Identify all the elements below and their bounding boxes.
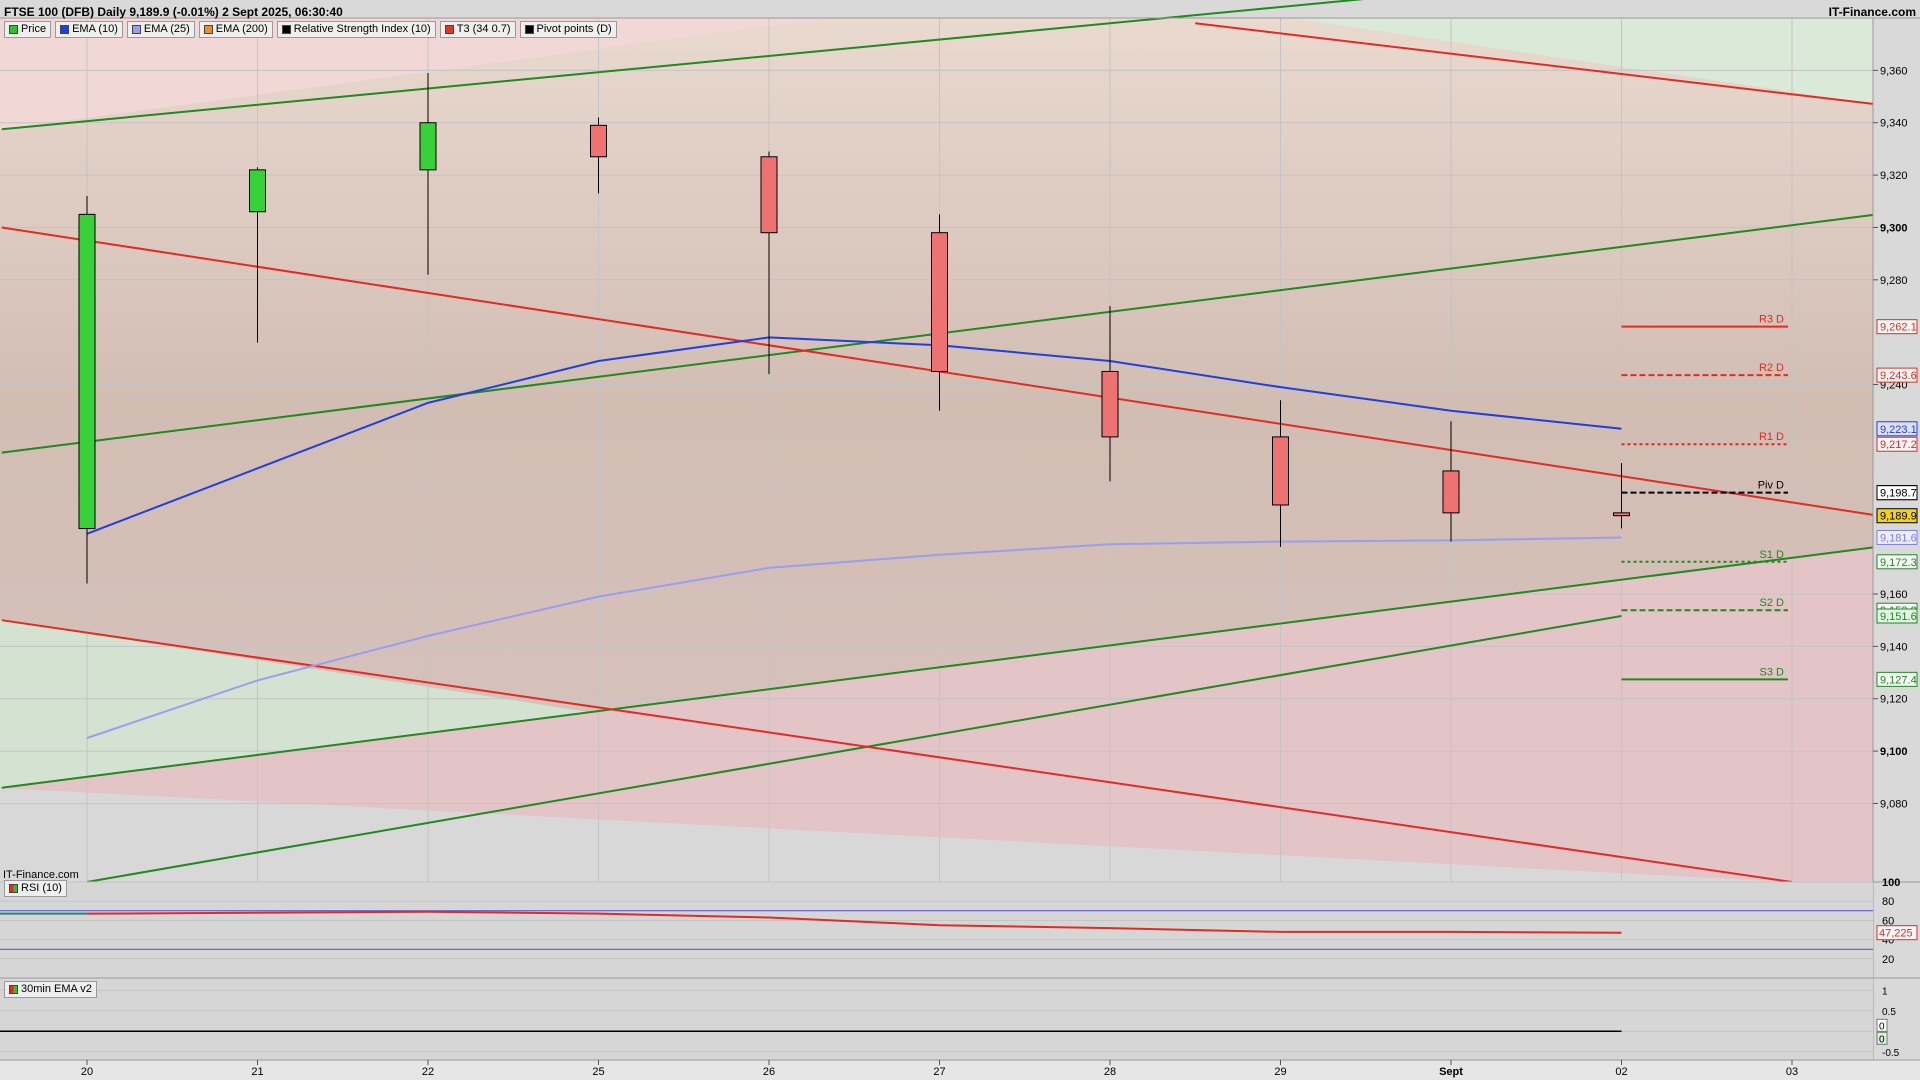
pivot-label: Piv D [1758,480,1784,492]
y-tick-label: 9,100 [1880,746,1908,758]
legend-label: Relative Strength Index (10) [293,23,431,35]
price-value-tag: 9,151.6 [1880,611,1917,623]
rsi-panel-text: RSI (10) [21,882,62,894]
legend-item-ema10[interactable]: EMA (10) [55,21,123,38]
ema-panel-label[interactable]: 30min EMA v2 [4,981,97,998]
pivot-value-tag: 9,127.4 [1880,674,1917,686]
pivot-label: R3 D [1759,314,1784,326]
rsi-tick-label: 20 [1882,954,1894,966]
x-tick-label: 28 [1104,1066,1116,1078]
candle-body [931,232,948,372]
candle-body [78,213,96,530]
ema-tick-label: 0.5 [1882,1007,1896,1018]
candle-body [1101,370,1119,438]
pivot-label: R2 D [1759,362,1784,374]
y-tick-label: 9,300 [1880,222,1908,234]
legend-item-ema200[interactable]: EMA (200) [198,21,273,38]
ema-tick-label: -0.5 [1882,1048,1900,1059]
pivot-value-tag: 9,243.6 [1880,370,1917,382]
price-value-tag: 9,189.9 [1880,511,1917,523]
legend-item-price[interactable]: Price [4,21,52,38]
ema-value-tag: 0 [1879,1021,1885,1032]
pivot-label: S2 D [1760,597,1785,609]
pivot-value-tag: 9,262.1 [1880,322,1917,334]
pivot-value-tag: 9,217.2 [1880,439,1917,451]
legend-item-rsi[interactable]: Relative Strength Index (10) [276,21,436,38]
pivot-swatch-icon [524,25,534,34]
y-tick-label: 9,320 [1880,170,1908,182]
y-tick-label: 9,160 [1880,589,1908,601]
ema-panel-text: 30min EMA v2 [21,983,92,995]
legend-item-ema25[interactable]: EMA (25) [126,21,195,38]
pivot-label: S3 D [1760,666,1785,678]
page-title: FTSE 100 (DFB) Daily 9,189.9 (-0.01%) 2 … [4,5,343,19]
legend-label: Price [21,23,47,35]
ema-panel-icon [9,985,18,994]
candle-body [590,124,607,158]
ema-value-tag: 0 [1879,1034,1885,1045]
rsi-panel-label[interactable]: RSI (10) [4,880,67,897]
pivot-label: S1 D [1760,549,1785,561]
y-tick-label: 9,360 [1880,65,1908,77]
price-value-tag: 9,223.1 [1880,424,1917,436]
candle-body [419,122,437,171]
chart-area[interactable]: R3 D R2 D R1 D Piv D S1 D S2 D S3 D 9,080 9,100 9… [0,0,1920,1080]
rsi-swatch-icon [281,25,291,34]
x-tick-label: 02 [1615,1066,1627,1078]
rsi-tick-label: 100 [1882,877,1900,889]
ema25-swatch-icon [131,25,141,34]
rsi-panel-bg [0,882,1873,978]
candle-body [1442,470,1460,514]
candle-body [760,156,778,234]
ema200-swatch-icon [203,25,213,34]
rsi-tick-label: 80 [1882,896,1894,908]
legend-label: EMA (25) [143,23,190,35]
x-tick-label: 22 [422,1066,434,1078]
y-tick-label: 9,340 [1880,118,1908,130]
y-tick-label: 9,280 [1880,275,1908,287]
x-tick-label: 25 [592,1066,604,1078]
price-value-tag: 9,198.7 [1880,488,1917,500]
legend-label: EMA (10) [72,23,118,35]
x-tick-label: 03 [1786,1066,1798,1078]
t3-swatch-icon [444,25,454,34]
legend-label: EMA (200) [215,23,268,35]
legend-item-pivots[interactable]: Pivot points (D) [519,21,617,38]
ema10-swatch-icon [60,25,70,34]
candle-body [1272,436,1289,506]
price-swatch-icon [9,25,18,34]
x-tick-label: Sept [1439,1066,1463,1078]
rsi-value-tag: 47,225 [1879,928,1913,940]
legend-item-t3[interactable]: T3 (34 0.7) [439,21,516,38]
y-tick-label: 9,120 [1880,694,1908,706]
brand-logo: IT-Finance.com [1828,5,1916,19]
legend-label: Pivot points (D) [536,23,612,35]
pivot-label: R1 D [1759,431,1784,443]
candle-body [249,169,266,213]
y-tick-label: 9,140 [1880,641,1908,653]
x-tick-label: 27 [933,1066,945,1078]
y-tick-label: 9,080 [1880,798,1908,810]
x-tick-label: 20 [81,1066,93,1078]
legend-label: T3 (34 0.7) [456,23,511,35]
rsi-panel-icon [9,884,18,893]
price-value-tag: 9,181.6 [1880,532,1917,544]
indicator-legend: Price EMA (10) EMA (25) EMA (200) Relati… [4,21,617,38]
x-tick-label: 26 [763,1066,775,1078]
ema-tick-label: 1 [1882,986,1888,997]
pivot-value-tag: 9,172.3 [1880,557,1917,569]
x-axis-bg [0,1060,1920,1080]
x-tick-label: 29 [1274,1066,1286,1078]
x-tick-label: 21 [251,1066,263,1078]
candle-body [1613,512,1630,517]
